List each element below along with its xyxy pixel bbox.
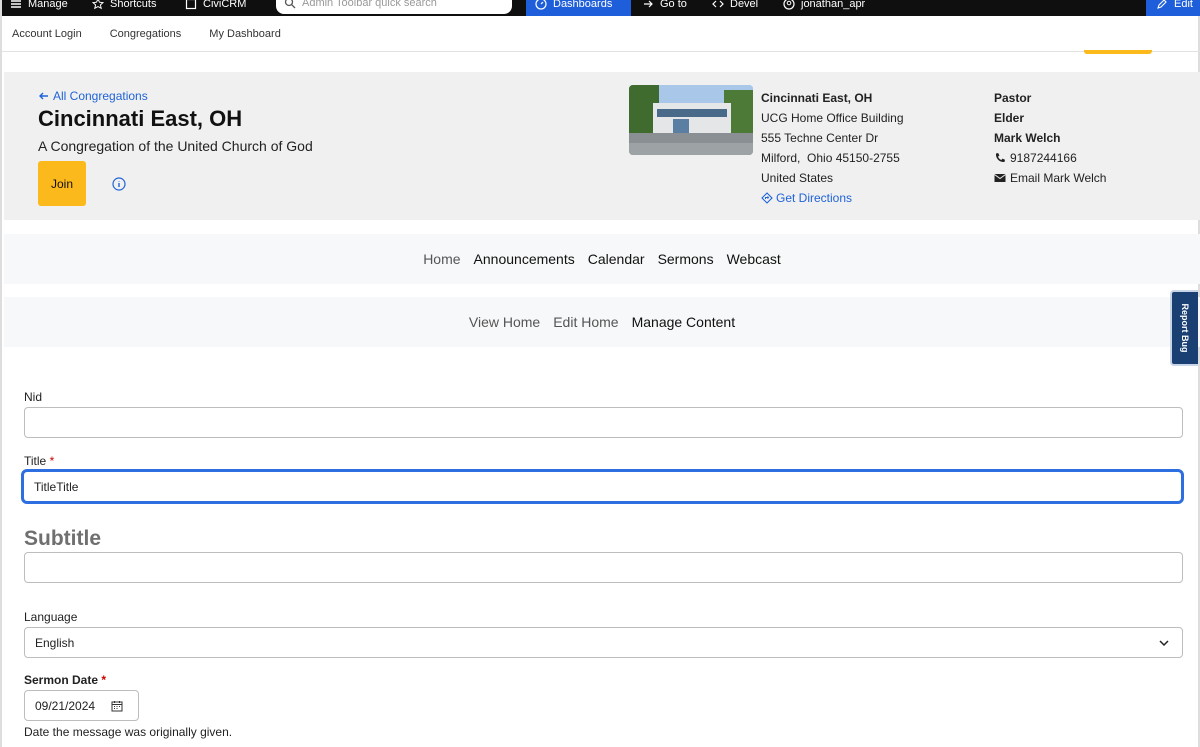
pastor-phone-link[interactable]: 9187244166 <box>994 148 1106 168</box>
toolbar-edit-label: Edit <box>1174 0 1193 10</box>
sermon-date-value: 09/21/2024 <box>35 698 96 713</box>
tab-manage-content[interactable]: Manage Content <box>632 314 736 330</box>
user-icon <box>783 0 795 10</box>
pastor-phone: 9187244166 <box>1010 151 1077 165</box>
language-value: English <box>35 635 75 650</box>
toolbar-goto[interactable]: Go to <box>642 0 687 13</box>
admin-toolbar: Manage Shortcuts CiviCRM Admin Toolbar q… <box>2 0 1200 16</box>
tab-webcast[interactable]: Webcast <box>727 251 781 267</box>
nav-account-login[interactable]: Account Login <box>12 28 82 40</box>
toolbar-edit-item[interactable]: Edit <box>1156 0 1193 13</box>
chevron-down-icon <box>1159 640 1169 647</box>
calendar-icon[interactable] <box>111 700 123 712</box>
page-subtitle: A Congregation of the United Church of G… <box>38 138 313 154</box>
nav-my-dashboard[interactable]: My Dashboard <box>209 28 281 40</box>
star-icon <box>92 0 104 10</box>
address-name: Cincinnati East, OH <box>761 91 873 105</box>
toolbar-goto-label: Go to <box>660 0 687 10</box>
window-icon <box>185 0 197 10</box>
toolbar-shortcuts[interactable]: Shortcuts <box>92 0 156 13</box>
toolbar-manage-label: Manage <box>28 0 68 10</box>
address-block: Cincinnati East, OH UCG Home Office Buil… <box>761 88 904 208</box>
envelope-icon <box>994 174 1006 182</box>
yellow-tab[interactable] <box>1084 50 1152 54</box>
address-building: UCG Home Office Building <box>761 111 904 125</box>
pastor-role: Pastor <box>994 91 1032 105</box>
pastor-name: Mark Welch <box>994 131 1061 145</box>
code-icon <box>712 0 724 8</box>
toolbar-civicrm-label: CiviCRM <box>203 0 247 10</box>
tab-sermons[interactable]: Sermons <box>658 251 714 267</box>
phone-icon <box>995 153 1005 163</box>
arrow-right-icon <box>644 0 653 8</box>
secondary-nav: Account Login Congregations My Dashboard <box>2 16 1200 52</box>
directions-icon <box>761 192 773 204</box>
report-bug-button[interactable]: Report Bug <box>1170 290 1198 366</box>
secondary-tabs: View Home Edit Home Manage Content <box>4 297 1200 347</box>
toolbar-search-placeholder: Admin Toolbar quick search <box>302 0 437 9</box>
primary-tabs: Home Announcements Calendar Sermons Webc… <box>4 234 1200 284</box>
address-state-zip: Ohio 45150-2755 <box>807 151 900 165</box>
dashboard-icon <box>535 0 547 10</box>
tab-announcements[interactable]: Announcements <box>474 251 575 267</box>
nid-field[interactable] <box>24 407 1183 438</box>
email-pastor-label: Email Mark Welch <box>1010 171 1107 185</box>
address-city: Milford, <box>761 151 801 165</box>
pencil-icon <box>1157 0 1167 9</box>
sermon-date-help: Date the message was originally given. <box>24 725 233 739</box>
tab-edit-home[interactable]: Edit Home <box>553 314 618 330</box>
toolbar-dashboards-item[interactable]: Dashboards <box>535 0 612 13</box>
toolbar-shortcuts-label: Shortcuts <box>110 0 157 10</box>
toolbar-devel[interactable]: Devel <box>712 0 758 13</box>
required-marker: * <box>49 454 55 468</box>
toolbar-user-label: jonathan_apr <box>801 0 866 10</box>
title-label-row: Title * <box>24 454 54 468</box>
arrow-left-icon <box>39 92 48 100</box>
toolbar-dashboards-label: Dashboards <box>553 0 613 10</box>
all-congregations-link[interactable]: All Congregations <box>38 89 148 103</box>
info-icon[interactable] <box>112 177 126 191</box>
elder-role: Elder <box>994 111 1025 125</box>
toolbar-user[interactable]: jonathan_apr <box>783 0 865 13</box>
pastor-block: Pastor Elder Mark Welch 9187244166 Email… <box>994 88 1106 188</box>
email-pastor-link[interactable]: Email Mark Welch <box>994 168 1106 188</box>
subtitle-heading: Subtitle <box>24 527 101 550</box>
toolbar-search-input[interactable]: Admin Toolbar quick search <box>276 0 512 14</box>
title-field[interactable]: TitleTitle <box>21 469 1184 504</box>
nid-label: Nid <box>24 390 43 404</box>
address-city-line: Milford, Ohio 45150-2755 <box>761 148 904 168</box>
nav-congregations[interactable]: Congregations <box>110 28 182 40</box>
sermon-date-field[interactable]: 09/21/2024 <box>24 690 139 721</box>
sermon-date-label: Sermon Date <box>24 673 99 687</box>
tab-view-home[interactable]: View Home <box>469 314 540 330</box>
get-directions-label: Get Directions <box>776 191 853 205</box>
search-icon <box>284 0 296 9</box>
address-country: United States <box>761 171 834 185</box>
address-street: 555 Techne Center Dr <box>761 131 879 145</box>
title-label: Title <box>24 454 47 468</box>
join-button[interactable]: Join <box>38 161 86 206</box>
tab-calendar[interactable]: Calendar <box>588 251 645 267</box>
building-photo <box>629 85 753 155</box>
subtitle-field[interactable] <box>24 552 1183 583</box>
page-title: Cincinnati East, OH <box>38 106 243 131</box>
toolbar-devel-label: Devel <box>730 0 759 10</box>
toolbar-civicrm[interactable]: CiviCRM <box>185 0 246 13</box>
toolbar-manage[interactable]: Manage <box>10 0 68 13</box>
browser-frame: Manage Shortcuts CiviCRM Admin Toolbar q… <box>0 0 1200 747</box>
menu-icon <box>11 0 21 8</box>
tab-home[interactable]: Home <box>423 251 460 267</box>
sermon-date-label-row: Sermon Date * <box>24 673 106 687</box>
language-label: Language <box>24 610 78 624</box>
all-congregations-label: All Congregations <box>53 89 148 103</box>
language-select[interactable]: English <box>24 627 1183 658</box>
congregation-header: All Congregations Cincinnati East, OH A … <box>4 72 1200 220</box>
required-marker-2: * <box>101 673 107 687</box>
report-bug-label: Report Bug <box>1180 303 1190 353</box>
get-directions-link[interactable]: Get Directions <box>761 188 904 208</box>
